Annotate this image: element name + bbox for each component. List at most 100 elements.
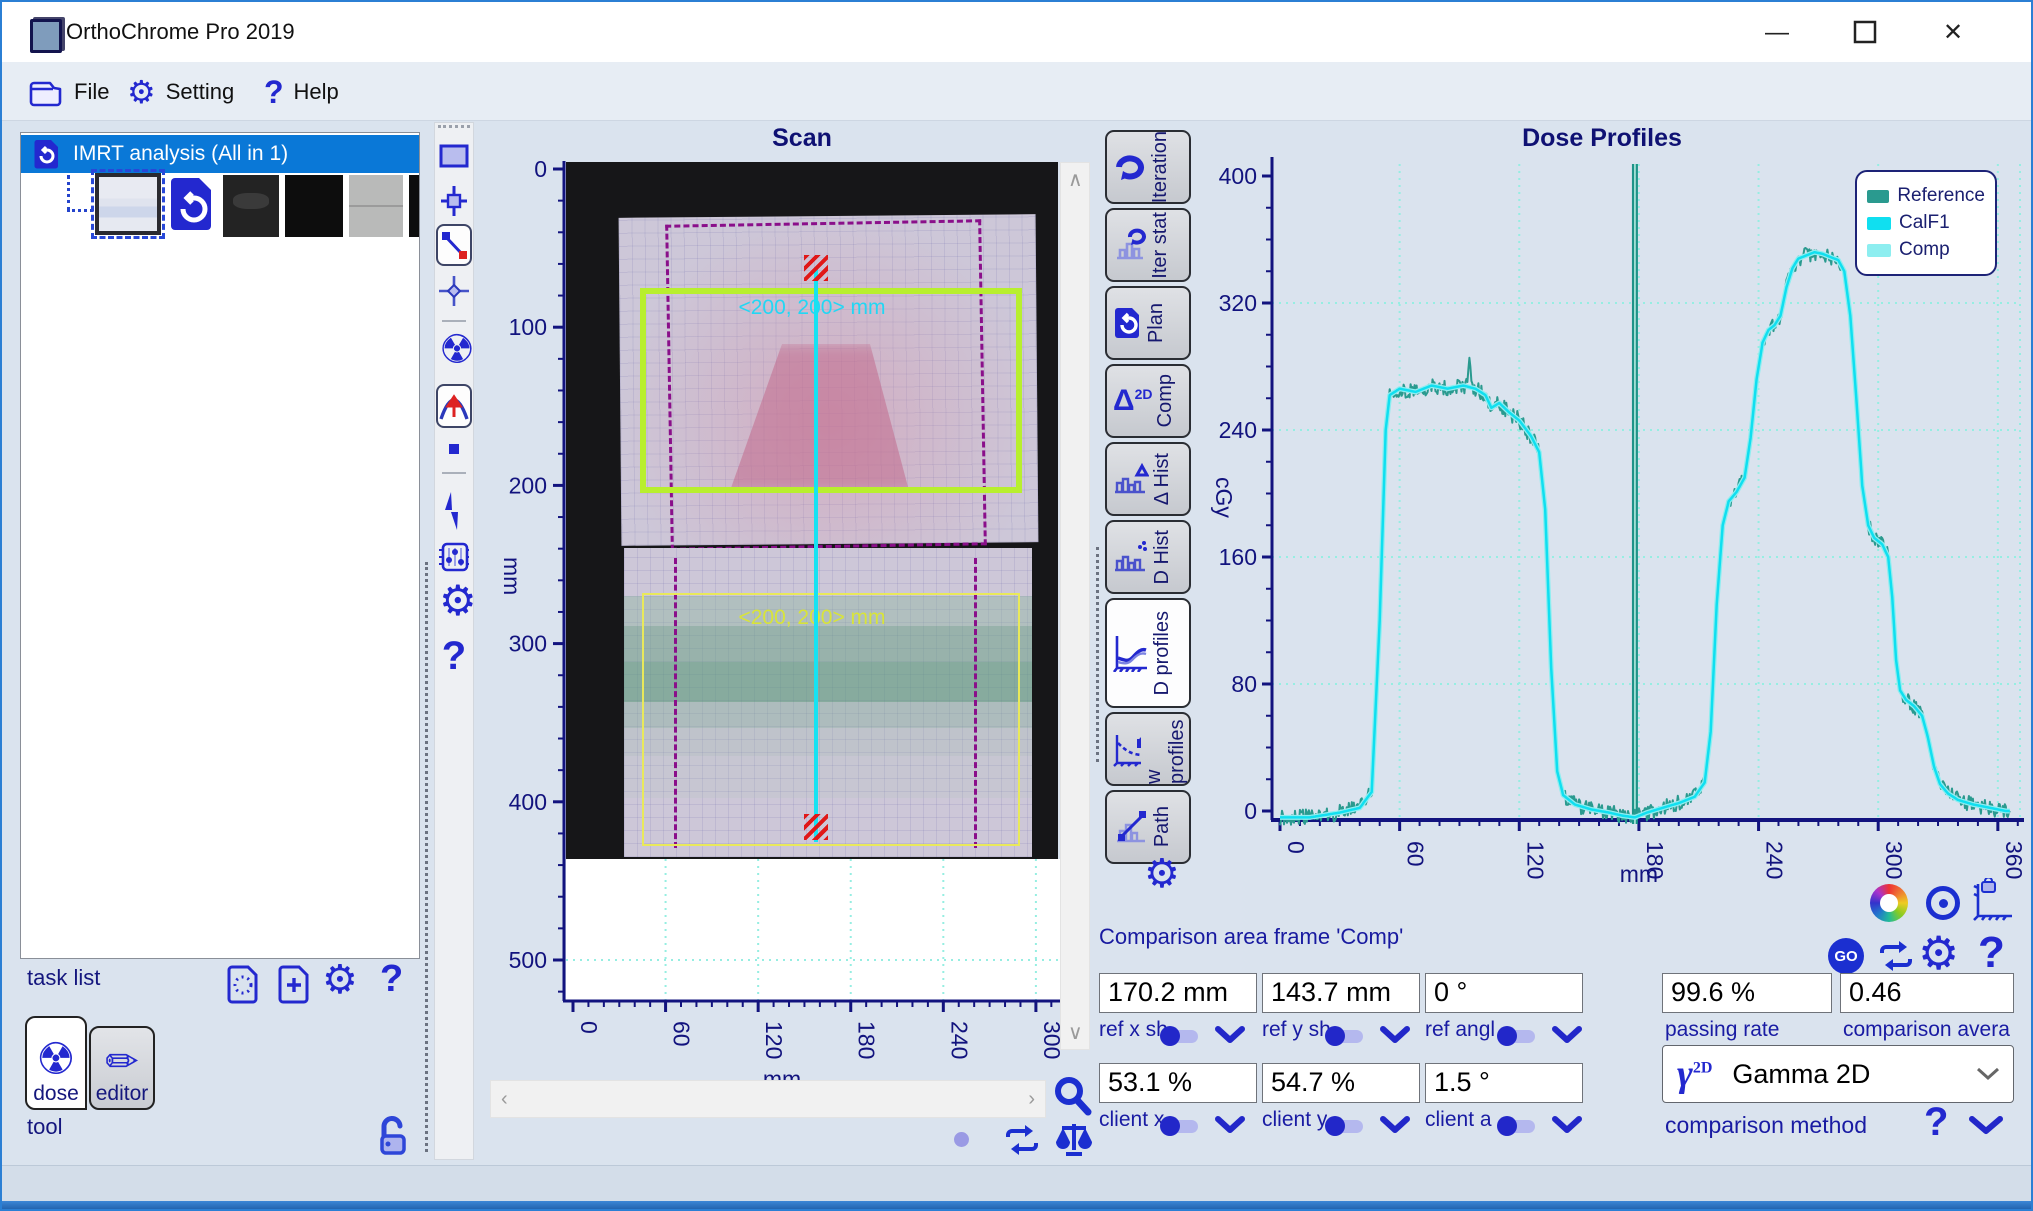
ref-y-shift-toggle[interactable]	[1327, 1030, 1363, 1043]
help-icon[interactable]: ?	[1924, 1100, 1948, 1145]
close-button[interactable]: ✕	[1930, 16, 1976, 50]
ref-angle-field[interactable]: 0 °	[1425, 973, 1583, 1013]
scan-image[interactable]: <200, 200> mm <200, 200> mm	[566, 162, 1058, 859]
scroll-up-icon[interactable]: ∧	[1068, 167, 1083, 192]
tab-dose-hist[interactable]: D Hist	[1105, 520, 1191, 594]
chevron-down-icon[interactable]	[1379, 1114, 1411, 1136]
add-document-icon[interactable]	[278, 964, 312, 1004]
gear-icon[interactable]: ⚙	[439, 580, 469, 622]
menu-file[interactable]: File	[28, 74, 109, 110]
gear-icon[interactable]: ⚙	[1918, 930, 1959, 976]
plan-document-icon[interactable]	[167, 175, 219, 235]
client-x-field[interactable]: 53.1 %	[1099, 1063, 1257, 1103]
thumbnail-dark-3[interactable]	[409, 175, 419, 237]
scan-vertical-scrollbar[interactable]: ∧ ∨	[1060, 162, 1090, 1050]
tab-w-profiles[interactable]: w profiles	[1105, 712, 1191, 786]
control-panel-icon[interactable]	[439, 540, 469, 574]
chevron-down-icon[interactable]	[1551, 1114, 1583, 1136]
menu-setting[interactable]: ⚙ Setting	[127, 74, 234, 110]
profile-line[interactable]	[814, 267, 818, 842]
menu-help[interactable]: ? Help	[264, 74, 339, 110]
pencil-icon: ✏	[105, 1042, 139, 1082]
color-wheel-icon[interactable]	[1870, 884, 1908, 922]
repeat-icon[interactable]	[1874, 940, 1918, 972]
crosshair-icon[interactable]	[439, 274, 469, 308]
thumbnail-light[interactable]	[349, 175, 403, 237]
chevron-down-icon[interactable]	[1379, 1024, 1411, 1046]
scan-x-tick-label: 60	[669, 1021, 695, 1047]
panel-splitter[interactable]	[425, 562, 428, 1152]
axis-lock-icon[interactable]	[1970, 878, 2016, 924]
tab-comp[interactable]: Δ2D Comp	[1105, 364, 1191, 438]
minimize-button[interactable]: —	[1754, 16, 1800, 50]
flash-icon[interactable]	[439, 490, 469, 532]
profile-line-bottom-marker[interactable]	[804, 814, 828, 840]
tab-iteration[interactable]: Iteration	[1105, 130, 1191, 204]
ref-x-shift-toggle[interactable]	[1162, 1030, 1198, 1043]
radiation-icon[interactable]: ☢	[439, 330, 469, 370]
help-icon[interactable]: ?	[1978, 928, 2005, 978]
client-angle-toggle[interactable]	[1499, 1120, 1535, 1133]
chevron-down-icon[interactable]	[1968, 1114, 2004, 1138]
client-angle-field[interactable]: 1.5 °	[1425, 1063, 1583, 1103]
ref-angle-toggle[interactable]	[1499, 1030, 1535, 1043]
ref-y-shift-field[interactable]: 143.7 mm	[1262, 973, 1420, 1013]
tab-iter-stat[interactable]: Iter stat	[1105, 208, 1191, 282]
frame2-rect[interactable]	[642, 593, 1020, 846]
balance-icon[interactable]	[1052, 1120, 1096, 1158]
status-bar	[2, 1165, 2031, 1202]
tool-tab-dose[interactable]: ☢ dose	[25, 1016, 87, 1110]
profile-line-top-marker[interactable]	[804, 255, 828, 281]
passing-rate-field[interactable]: 99.6 %	[1662, 973, 1832, 1013]
thumbnail-dark-1[interactable]	[223, 175, 279, 237]
help-icon[interactable]: ?	[439, 634, 469, 679]
select-document-icon[interactable]	[227, 964, 261, 1004]
gear-icon[interactable]: ⚙	[322, 960, 358, 1000]
scan-y-axis-unit: mm	[499, 557, 525, 595]
target-icon[interactable]	[1926, 886, 1960, 920]
scroll-down-icon[interactable]: ∨	[1068, 1020, 1083, 1045]
client-y-toggle[interactable]	[1327, 1120, 1363, 1133]
line-tool-button[interactable]	[436, 224, 472, 266]
repeat-icon[interactable]	[1000, 1124, 1044, 1156]
point-tool-icon[interactable]	[449, 444, 459, 454]
chevron-down-icon[interactable]	[1551, 1024, 1583, 1046]
comparison-method-select[interactable]: γ2D Gamma 2D	[1662, 1045, 2014, 1103]
tab-delta-hist[interactable]: Δ Hist	[1105, 442, 1191, 516]
chart-x-axis-label: mm	[1620, 861, 1658, 887]
tab-plan[interactable]: Plan	[1105, 286, 1191, 360]
chevron-down-icon[interactable]	[1214, 1024, 1246, 1046]
comparison-average-field[interactable]: 0.46	[1840, 973, 2014, 1013]
zoom-icon[interactable]	[1052, 1074, 1094, 1118]
ref-x-shift-field[interactable]: 170.2 mm	[1099, 973, 1257, 1013]
go-button[interactable]: GO	[1828, 938, 1864, 974]
maximize-button[interactable]	[1842, 20, 1888, 54]
center-marker-icon[interactable]	[439, 184, 469, 218]
toolbar-grip[interactable]	[438, 125, 470, 132]
help-icon[interactable]: ?	[380, 958, 403, 1001]
thumbnail-dark-2[interactable]	[285, 175, 343, 237]
tool-tab-editor[interactable]: ✏ editor	[89, 1026, 155, 1110]
chevron-down-icon[interactable]	[1214, 1114, 1246, 1136]
profile-peak-icon	[439, 389, 469, 423]
scan-thumbnail-selected[interactable]	[95, 173, 161, 235]
tab-d-profiles[interactable]: D profiles	[1105, 598, 1191, 708]
scan-horizontal-scrollbar[interactable]: ‹ ›	[490, 1080, 1046, 1118]
client-x-toggle[interactable]	[1162, 1120, 1198, 1133]
app-icon	[30, 19, 62, 53]
gear-icon[interactable]: ⚙	[1144, 854, 1180, 894]
client-y-field[interactable]: 54.7 %	[1262, 1063, 1420, 1103]
profile-peak-button[interactable]	[436, 384, 472, 428]
tab-label: Iter stat	[1149, 212, 1172, 279]
rect-select-icon[interactable]	[439, 144, 469, 168]
task-root-item[interactable]: IMRT analysis (All in 1)	[21, 135, 419, 173]
scroll-right-icon[interactable]: ›	[1028, 1088, 1035, 1111]
scroll-left-icon[interactable]: ‹	[501, 1088, 508, 1111]
client-x-label: client x	[1099, 1108, 1164, 1132]
legend-label: Comp	[1899, 239, 1950, 261]
scan-y-tick-label: 200	[509, 472, 547, 498]
document-icon	[33, 138, 61, 170]
legend-item: Reference	[1867, 185, 1985, 207]
app-window: OrthoChrome Pro 2019 — ✕ File ⚙ Setting …	[0, 0, 2033, 1211]
unlock-icon[interactable]	[374, 1114, 410, 1156]
